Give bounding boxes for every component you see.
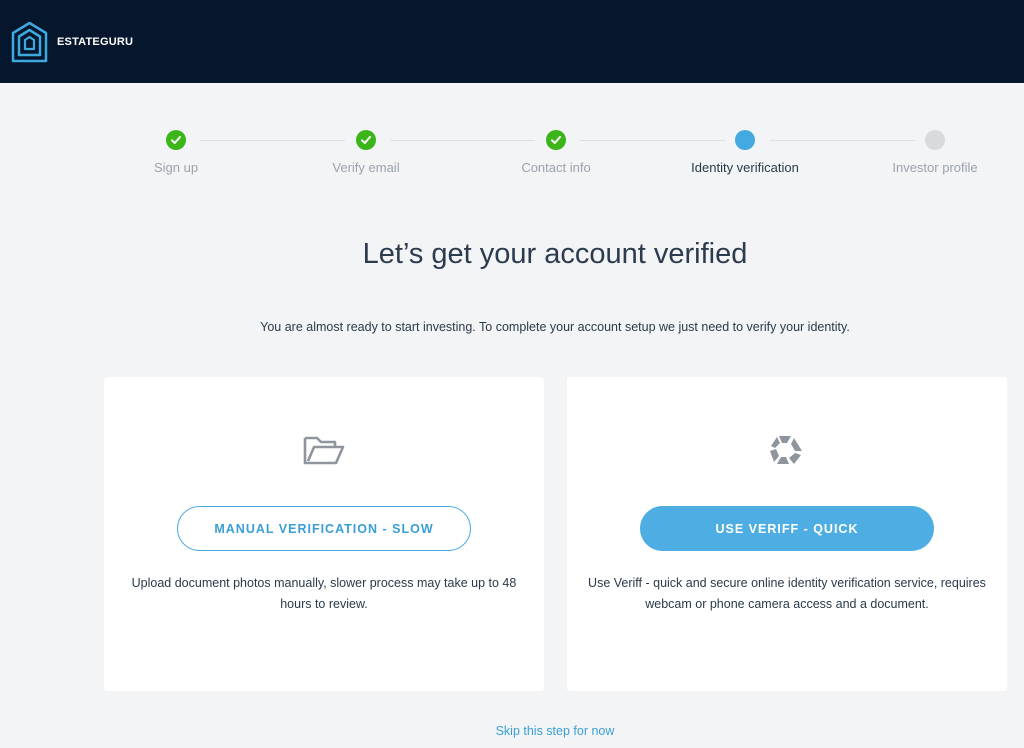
veriff-verification-card: USE VERIFF - QUICK Use Veriff - quick an… (567, 377, 1007, 691)
check-icon (356, 130, 376, 150)
step-label: Sign up (153, 160, 199, 175)
step-label: Contact info (521, 160, 591, 175)
check-icon (166, 130, 186, 150)
step-verify-email: Verify email (281, 130, 451, 175)
step-label: Verify email (332, 160, 400, 175)
step-label: Investor profile (892, 160, 978, 175)
step-identity-verification: Identity verification (660, 130, 830, 175)
manual-verification-description: Upload document photos manually, slower … (131, 576, 517, 611)
progress-stepper: Sign up Verify email Contact info Identi… (0, 130, 1024, 190)
top-bar: ESTATEGURU (0, 0, 1024, 83)
page-subtitle: You are almost ready to start investing.… (260, 320, 850, 334)
check-icon (546, 130, 566, 150)
step-label: Identity verification (691, 160, 799, 175)
manual-verification-button[interactable]: MANUAL VERIFICATION - SLOW (177, 506, 471, 551)
step-contact-info: Contact info (471, 130, 641, 175)
pending-step-dot (925, 130, 945, 150)
page-title: Let’s get your account verified (362, 238, 748, 270)
active-step-dot (735, 130, 755, 150)
step-investor-profile: Investor profile (850, 130, 1020, 175)
use-veriff-button[interactable]: USE VERIFF - QUICK (640, 506, 934, 551)
brand-name[interactable]: ESTATEGURU (57, 36, 133, 48)
veriff-description: Use Veriff - quick and secure online ide… (588, 576, 986, 611)
step-sign-up: Sign up (91, 130, 261, 175)
manual-verification-card: MANUAL VERIFICATION - SLOW Upload docume… (104, 377, 544, 691)
veriff-logo-icon (770, 436, 802, 464)
skip-step-link[interactable]: Skip this step for now (0, 724, 1024, 738)
folder-open-icon (303, 436, 345, 465)
house-logo-icon[interactable] (11, 21, 48, 63)
